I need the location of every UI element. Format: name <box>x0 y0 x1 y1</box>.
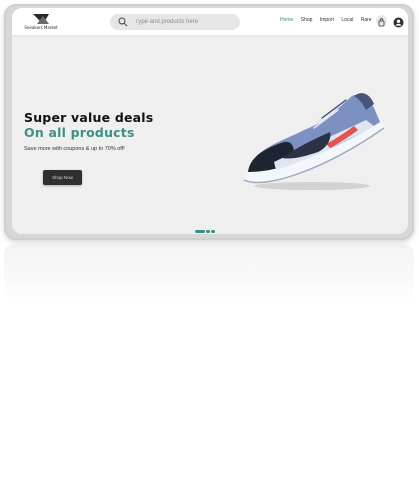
main-navigation: Home Shop Import Local Rare <box>280 17 378 23</box>
browser-screen: Sneakers Market Home Shop Import Local R… <box>12 8 408 234</box>
hero-subtitle: On all products <box>24 125 135 140</box>
shop-now-button[interactable]: Shop Now <box>43 170 82 185</box>
nav-item-import[interactable]: Import <box>320 17 334 23</box>
nav-item-rare[interactable]: Rare <box>361 17 372 23</box>
nav-item-shop[interactable]: Shop <box>301 17 313 23</box>
brand-logo[interactable]: Sneakers Market <box>24 14 58 31</box>
top-navigation-bar: Sneakers Market Home Shop Import Local R… <box>12 8 408 35</box>
carousel-dot[interactable] <box>206 230 210 233</box>
carousel-indicators <box>195 230 225 234</box>
account-button[interactable] <box>393 15 404 28</box>
search-icon <box>118 17 128 27</box>
sneaker-product-image <box>243 93 384 190</box>
hero-title: Super value deals <box>24 110 154 125</box>
carousel-dot-active[interactable] <box>195 230 205 233</box>
nav-item-local[interactable]: Local <box>341 17 353 23</box>
nav-item-home[interactable]: Home <box>280 17 293 23</box>
carousel-dot[interactable] <box>211 230 215 233</box>
cart-button[interactable] <box>376 15 387 27</box>
frame-reflection <box>4 244 414 304</box>
device-frame: Sneakers Market Home Shop Import Local R… <box>4 4 414 240</box>
shopping-bag-icon <box>378 18 385 27</box>
brand-logo-icon <box>33 14 49 24</box>
search-bar[interactable] <box>110 14 240 30</box>
brand-name: Sneakers Market <box>24 25 58 30</box>
search-input[interactable] <box>135 17 235 27</box>
user-icon <box>393 17 404 28</box>
hero-description: Save more with coupons & up to 70% off! <box>24 146 125 152</box>
